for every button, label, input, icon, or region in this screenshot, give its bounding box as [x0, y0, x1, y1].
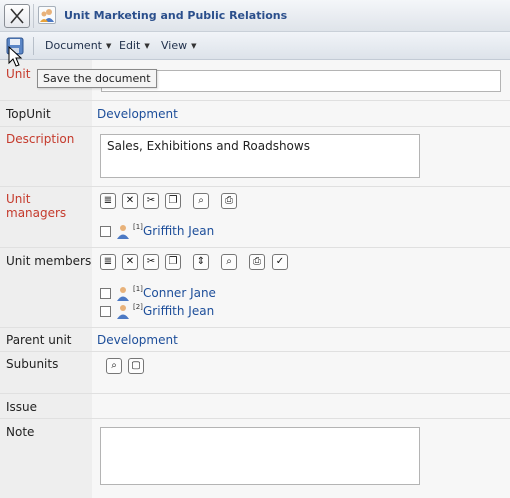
person-icon [117, 305, 129, 319]
cut-icon[interactable]: ✂ [143, 193, 159, 209]
topunit-value-cell: Development [92, 101, 510, 126]
unit-label: Unit [6, 67, 31, 81]
caret-down-icon: ▼ [106, 42, 112, 50]
unit-members-value-cell: ≣ ✕ ✂ ❐ ⇕ ⌕ ⎙ ✓ [1] Conner Jane [2] Grif… [92, 248, 510, 327]
description-value-cell: Sales, Exhibitions and Roadshows [92, 127, 510, 186]
edit-menu[interactable]: Edit ▼ [119, 39, 150, 52]
search-icon[interactable]: ⌕ [106, 358, 122, 374]
unit-managers-label-cell: Unit managers [0, 187, 92, 247]
manager-index: [1] [133, 223, 143, 231]
member-checkbox[interactable] [100, 306, 111, 317]
issue-row: Issue [0, 394, 510, 419]
view-menu[interactable]: View ▼ [161, 39, 197, 52]
cut-icon[interactable]: ✂ [143, 254, 159, 270]
new-document-icon[interactable]: ▢ [128, 358, 144, 374]
issue-label: Issue [6, 400, 38, 414]
search-icon[interactable]: ⌕ [193, 193, 209, 209]
select-all-icon[interactable]: ≣ [100, 193, 116, 209]
topunit-label-cell: TopUnit [0, 101, 92, 126]
mouse-cursor-icon [8, 46, 23, 67]
person-icon [117, 225, 129, 239]
search-icon[interactable]: ⌕ [221, 254, 237, 270]
subunits-row: Subunits ⌕ ▢ [0, 352, 510, 394]
remove-icon[interactable]: ✕ [122, 193, 138, 209]
unit-input[interactable]: ..1 [101, 70, 501, 92]
manager-name-link[interactable]: Griffith Jean [143, 224, 214, 238]
unit-icon [38, 6, 56, 24]
subunits-label-cell: Subunits [0, 352, 92, 393]
topunit-label: TopUnit [6, 107, 51, 121]
parent-unit-row: Parent unit Development [0, 328, 510, 352]
save-tooltip: Save the document [37, 69, 157, 88]
view-menu-label: View [161, 39, 188, 52]
description-row: Description Sales, Exhibitions and Roads… [0, 127, 510, 187]
topunit-row: TopUnit Development [0, 101, 510, 127]
print-icon[interactable]: ⎙ [249, 254, 265, 270]
manager-checkbox[interactable] [100, 226, 111, 237]
unit-members-label-cell: Unit members [0, 248, 92, 327]
toolbar: Document ▼ Edit ▼ View ▼ [0, 32, 510, 60]
issue-value-cell [92, 394, 510, 418]
title-bar: Unit Marketing and Public Relations [0, 0, 510, 32]
sort-icon[interactable]: ⇕ [193, 254, 209, 270]
member-index: [2] [133, 303, 143, 311]
member-name-link[interactable]: Griffith Jean [143, 304, 214, 318]
title-separator [33, 4, 34, 28]
check-icon[interactable]: ✓ [272, 254, 288, 270]
note-label-cell: Note [0, 419, 92, 498]
select-all-icon[interactable]: ≣ [100, 254, 116, 270]
close-icon [10, 8, 24, 24]
parent-unit-label-cell: Parent unit [0, 328, 92, 351]
note-textarea[interactable] [100, 427, 420, 485]
caret-down-icon: ▼ [144, 42, 150, 50]
document-menu-label: Document [45, 39, 102, 52]
close-button[interactable] [4, 4, 30, 28]
member-checkbox[interactable] [100, 288, 111, 299]
caret-down-icon: ▼ [191, 42, 197, 50]
member-index: [1] [133, 285, 143, 293]
unit-managers-row: Unit managers ≣ ✕ ✂ ❐ ⌕ ⎙ [1] Griffith J… [0, 187, 510, 248]
copy-icon[interactable]: ❐ [165, 254, 181, 270]
remove-icon[interactable]: ✕ [122, 254, 138, 270]
description-textarea[interactable]: Sales, Exhibitions and Roadshows [100, 134, 420, 178]
toolbar-separator [33, 37, 34, 55]
note-value-cell [92, 419, 510, 498]
note-row: Note [0, 419, 510, 498]
parent-unit-link[interactable]: Development [97, 333, 178, 347]
subunits-label: Subunits [6, 357, 59, 371]
window-title: Unit Marketing and Public Relations [64, 9, 288, 22]
print-icon[interactable]: ⎙ [221, 193, 237, 209]
description-label-cell: Description [0, 127, 92, 186]
subunits-value-cell: ⌕ ▢ [92, 352, 510, 393]
issue-label-cell: Issue [0, 394, 92, 418]
member-name-link[interactable]: Conner Jane [143, 286, 216, 300]
unit-form: Unit ..1 TopUnit Development Description… [0, 60, 510, 498]
description-label: Description [6, 132, 75, 146]
parent-unit-value-cell: Development [92, 328, 510, 351]
parent-unit-label: Parent unit [6, 333, 72, 347]
unit-managers-label: Unit managers [6, 192, 67, 220]
copy-icon[interactable]: ❐ [165, 193, 181, 209]
unit-managers-value-cell: ≣ ✕ ✂ ❐ ⌕ ⎙ [1] Griffith Jean [92, 187, 510, 247]
person-icon [117, 287, 129, 301]
unit-members-row: Unit members ≣ ✕ ✂ ❐ ⇕ ⌕ ⎙ ✓ [1] Conner … [0, 248, 510, 328]
edit-menu-label: Edit [119, 39, 141, 52]
unit-members-label: Unit members [6, 254, 92, 268]
document-menu[interactable]: Document ▼ [45, 39, 111, 52]
topunit-link[interactable]: Development [97, 107, 178, 121]
note-label: Note [6, 425, 35, 439]
